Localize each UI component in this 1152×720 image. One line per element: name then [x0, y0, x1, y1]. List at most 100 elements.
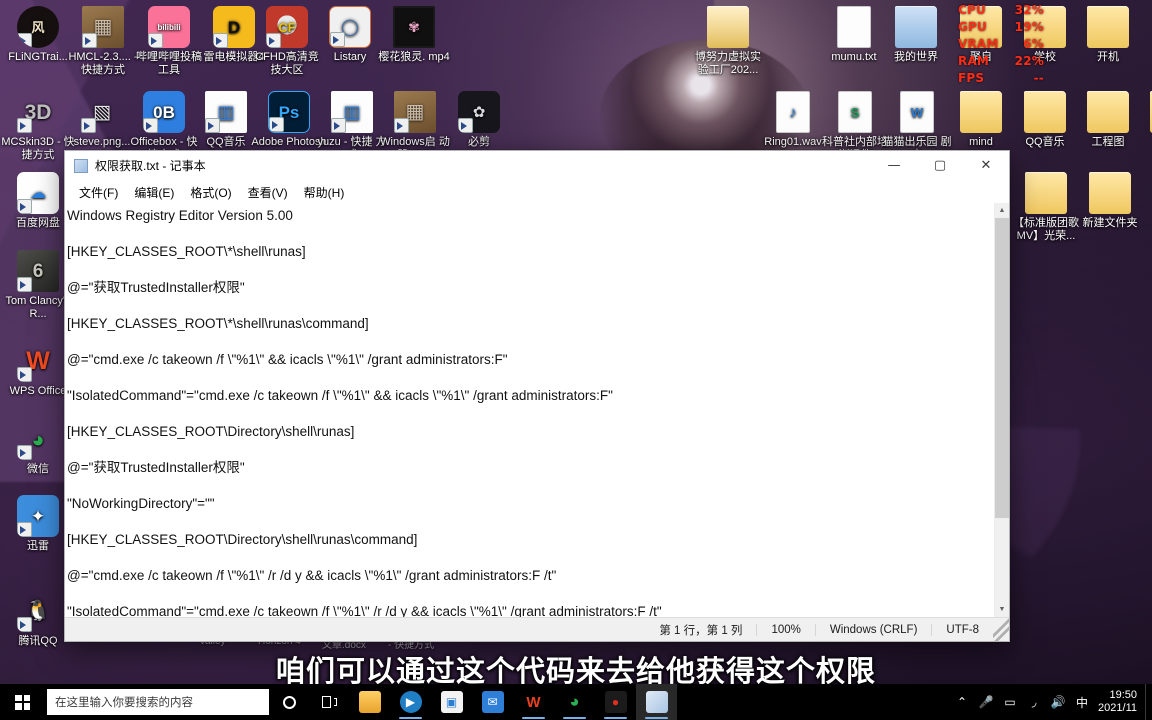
potplayer-icon: ▶	[399, 691, 422, 713]
folder-icon	[1024, 91, 1066, 133]
clock-date: 2021/11	[1098, 702, 1137, 714]
desktop-icon-hmcl[interactable]: ▦ HMCL-2.3.... - 快捷方式	[65, 6, 141, 77]
desktop-icon-o-folder[interactable]: O	[1133, 91, 1152, 149]
minimize-button[interactable]: —	[871, 151, 917, 181]
desktop-icon-label: 博努力虚拟实 验工厂202...	[695, 51, 761, 76]
cortana-icon	[282, 695, 296, 709]
app-running-underline	[645, 716, 668, 719]
close-button[interactable]: ✕	[963, 151, 1009, 181]
resize-grip[interactable]	[993, 618, 1009, 641]
sysmon-row-ram: RAM 22%	[958, 53, 1044, 70]
sysmon-label-gpu: GPU	[958, 20, 987, 34]
system-tray[interactable]: ⌃ 🎤 ▭ ◞ 🔊 中 19:50 2021/11	[950, 684, 1152, 720]
folder-icon	[1087, 6, 1129, 48]
flingtrainer-icon: 风	[17, 6, 59, 48]
chevron-up-icon[interactable]: ⌃	[950, 684, 974, 720]
status-line-ending: Windows (CRLF)	[814, 623, 932, 636]
folder-icon	[707, 6, 749, 48]
taskbar-app-microsoft-store[interactable]: ▣	[431, 684, 472, 720]
notepad-title-bar[interactable]: 权限获取.txt - 记事本 — ▢ ✕	[65, 151, 1009, 181]
desktop-icon-boot-folder[interactable]: 开机	[1070, 6, 1146, 64]
show-desktop-button[interactable]	[1145, 684, 1152, 720]
desktop-icon-label: 樱花狼灵. mp4	[378, 51, 450, 63]
notepad-menu-bar[interactable]: 文件(F) 编辑(E) 格式(O) 查看(V) 帮助(H)	[65, 181, 1009, 203]
cfhd-icon: CF	[266, 6, 308, 48]
mail-icon: ✉	[481, 691, 504, 713]
app-running-underline	[399, 716, 422, 719]
taskbar-app-wps-office[interactable]: W	[513, 684, 554, 720]
cortana-button[interactable]	[269, 684, 309, 720]
sysmon-label-cpu: CPU	[958, 3, 986, 17]
wps-office-icon: W	[526, 693, 541, 711]
wav-file-icon: ♪	[776, 91, 810, 133]
menu-item-file[interactable]: 文件(F)	[72, 182, 125, 203]
steve-png-icon: ▧	[81, 91, 123, 133]
menu-item-edit[interactable]: 编辑(E)	[127, 182, 181, 203]
volume-icon[interactable]: 🔊	[1046, 684, 1070, 720]
taskbar-clock[interactable]: 19:50 2021/11	[1094, 689, 1145, 715]
maximize-button[interactable]: ▢	[917, 151, 963, 181]
desktop-icon-sakura-video[interactable]: ✾ 樱花狼灵. mp4	[376, 6, 452, 64]
wechat-icon: ◕	[569, 692, 580, 711]
menu-item-format[interactable]: 格式(O)	[183, 182, 238, 203]
rainbow-six-icon: 6	[17, 250, 59, 292]
taskbar-app-potplayer[interactable]: ▶	[390, 684, 431, 720]
clock-time: 19:50	[1109, 689, 1137, 701]
start-button[interactable]	[0, 684, 45, 720]
task-view-button[interactable]	[309, 684, 349, 720]
sysmon-label-ram: RAM	[958, 54, 990, 68]
notepad-text-area[interactable]: Windows Registry Editor Version 5.00 [HK…	[65, 203, 994, 617]
sysmon-row-gpu: GPU 19%	[958, 19, 1044, 36]
menu-item-help[interactable]: 帮助(H)	[297, 182, 352, 203]
microphone-icon[interactable]: 🎤	[974, 684, 998, 720]
status-cursor-position: 第 1 行，第 1 列	[659, 624, 743, 637]
notepad-window[interactable]: 权限获取.txt - 记事本 — ▢ ✕ 文件(F) 编辑(E) 格式(O) 查…	[64, 150, 1010, 642]
wifi-icon[interactable]: ◞	[1022, 684, 1046, 720]
task-view-icon	[321, 696, 337, 708]
desktop-icon-label: 开机	[1097, 51, 1119, 63]
desktop-icon-label: 新建文件夹	[1082, 217, 1138, 229]
qq-music-icon: ▥	[205, 91, 247, 133]
vertical-scrollbar[interactable]: ▲ ▼	[994, 203, 1009, 617]
folder-icon	[1025, 172, 1067, 214]
app-running-underline	[563, 716, 586, 719]
desktop-icon-bonuli-folder[interactable]: 博努力虚拟实 验工厂202...	[690, 6, 766, 77]
sysmon-label-vram: VRAM	[958, 37, 999, 51]
taskbar-app-red[interactable]: ●	[595, 684, 636, 720]
system-monitor-overlay: CPU 32% GPU 19% VRAM 6% RAM 22% FPS --	[958, 2, 1044, 87]
windows-logo-icon	[15, 694, 30, 710]
sysmon-row-vram: VRAM 6%	[958, 36, 1044, 53]
desktop-icon-new-folder[interactable]: 新建文件夹	[1072, 172, 1148, 230]
notepad-icon	[645, 691, 668, 713]
ime-indicator[interactable]: 中	[1070, 684, 1094, 720]
microsoft-store-icon: ▣	[440, 691, 463, 713]
taskbar-app-mail[interactable]: ✉	[472, 684, 513, 720]
desktop-icon-bijian[interactable]: ✿ 必剪	[441, 91, 517, 149]
taskbar-app-wechat[interactable]: ◕	[554, 684, 595, 720]
scroll-down-arrow[interactable]: ▼	[995, 602, 1009, 617]
folder-icon	[1089, 172, 1131, 214]
status-encoding: UTF-8	[931, 623, 993, 636]
folder-icon	[960, 91, 1002, 133]
sysmon-value-vram: 6%	[1023, 37, 1044, 51]
desktop-icon-label: O	[1133, 136, 1152, 149]
scroll-up-arrow[interactable]: ▲	[995, 203, 1009, 218]
app-running-underline	[522, 716, 545, 719]
scrollbar-thumb[interactable]	[995, 218, 1009, 518]
taskbar-app-file-explorer[interactable]	[349, 684, 390, 720]
sysmon-label-fps: FPS	[958, 71, 985, 85]
tencent-qq-icon: 🐧	[17, 590, 59, 632]
officebox-icon: 0B	[143, 91, 185, 133]
word-file-icon: W	[900, 91, 934, 133]
excel-file-icon: S	[838, 91, 872, 133]
sysmon-value-fps: --	[1033, 71, 1044, 85]
battery-icon[interactable]: ▭	[998, 684, 1022, 720]
notepad-body[interactable]: Windows Registry Editor Version 5.00 [HK…	[65, 203, 1009, 617]
taskbar-app-notepad[interactable]	[636, 684, 677, 720]
app-running-underline	[604, 716, 627, 719]
taskbar[interactable]: 在这里输入你要搜索的内容 ▶ ▣ ✉ W ◕ ● ⌃ 🎤 ▭ ◞ 🔊 中 19:…	[0, 684, 1152, 720]
mcskin3d-icon: 3D	[17, 91, 59, 133]
menu-item-view[interactable]: 查看(V)	[241, 182, 295, 203]
taskbar-search-box[interactable]: 在这里输入你要搜索的内容	[47, 689, 269, 715]
status-zoom-level[interactable]: 100%	[756, 623, 814, 636]
